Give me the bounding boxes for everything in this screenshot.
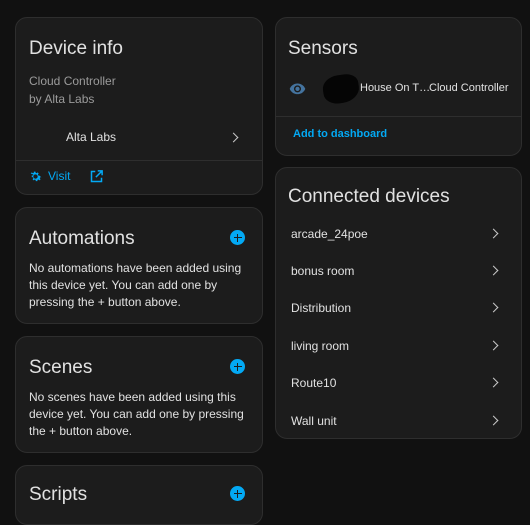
- scenes-empty-text: No scenes have been added using this dev…: [29, 390, 244, 438]
- device-info-card: Device info Cloud Controller by Alta Lab…: [15, 17, 263, 195]
- chevron-right-icon: [488, 377, 499, 388]
- sensors-card: Sensors House On T… Cloud Controller Add…: [275, 17, 522, 156]
- sensor-entity-row[interactable]: House On T… Cloud Controller: [276, 72, 521, 106]
- device-info-title: Device info: [29, 38, 123, 59]
- device-row[interactable]: arcade_24poe: [276, 218, 521, 248]
- connected-devices-card: Connected devices arcade_24poe bonus roo…: [275, 167, 522, 439]
- eye-icon: [289, 83, 306, 95]
- chevron-right-icon: [488, 265, 499, 276]
- gear-icon: [30, 171, 42, 182]
- scripts-card: Scripts: [15, 465, 263, 525]
- chevron-right-icon: [488, 228, 499, 239]
- open-in-new-icon: [90, 170, 103, 183]
- chevron-right-icon: [228, 132, 239, 143]
- chevron-right-icon: [488, 340, 499, 351]
- plus-circle-icon[interactable]: [230, 486, 245, 501]
- device-row-label: bonus room: [291, 264, 355, 278]
- chevron-right-icon: [488, 415, 499, 426]
- automations-empty-text: No automations have been added using thi…: [29, 261, 242, 309]
- device-row-label: Wall unit: [291, 414, 337, 428]
- scenes-title: Scenes: [29, 357, 93, 378]
- device-row-label: living room: [291, 339, 350, 353]
- sensors-title: Sensors: [288, 38, 358, 59]
- redaction-scribble: [321, 72, 361, 106]
- device-row-label: Distribution: [291, 301, 352, 315]
- sensor-entity-state: Cloud Controller: [429, 82, 509, 94]
- parent-device-label: Alta Labs: [66, 130, 117, 144]
- device-row[interactable]: Wall unit: [276, 405, 521, 435]
- device-model: Cloud Controller: [29, 74, 116, 88]
- scenes-card: Scenes No scenes have been added using t…: [15, 336, 263, 453]
- chevron-right-icon: [488, 302, 499, 313]
- visit-label: Visit: [48, 169, 71, 183]
- device-row-label: Route10: [291, 376, 337, 390]
- device-row[interactable]: bonus room: [276, 255, 521, 285]
- device-row[interactable]: Route10: [276, 367, 521, 397]
- add-to-dashboard-button[interactable]: Add to dashboard: [293, 128, 387, 140]
- parent-device-link[interactable]: Alta Labs: [16, 122, 262, 152]
- device-manufacturer: by Alta Labs: [29, 92, 95, 106]
- device-row[interactable]: living room: [276, 330, 521, 360]
- automations-card: Automations No automations have been add…: [15, 207, 263, 324]
- visit-button[interactable]: Visit: [28, 167, 108, 187]
- sensor-entity-name: House On T…: [360, 82, 431, 94]
- device-row-label: arcade_24poe: [291, 227, 368, 241]
- scripts-title: Scripts: [29, 484, 88, 505]
- device-row[interactable]: Distribution: [276, 292, 521, 322]
- plus-circle-icon[interactable]: [230, 359, 245, 374]
- divider: [16, 160, 262, 161]
- connected-devices-title: Connected devices: [288, 186, 450, 207]
- plus-circle-icon[interactable]: [230, 230, 245, 245]
- divider: [276, 116, 521, 117]
- automations-title: Automations: [29, 228, 135, 249]
